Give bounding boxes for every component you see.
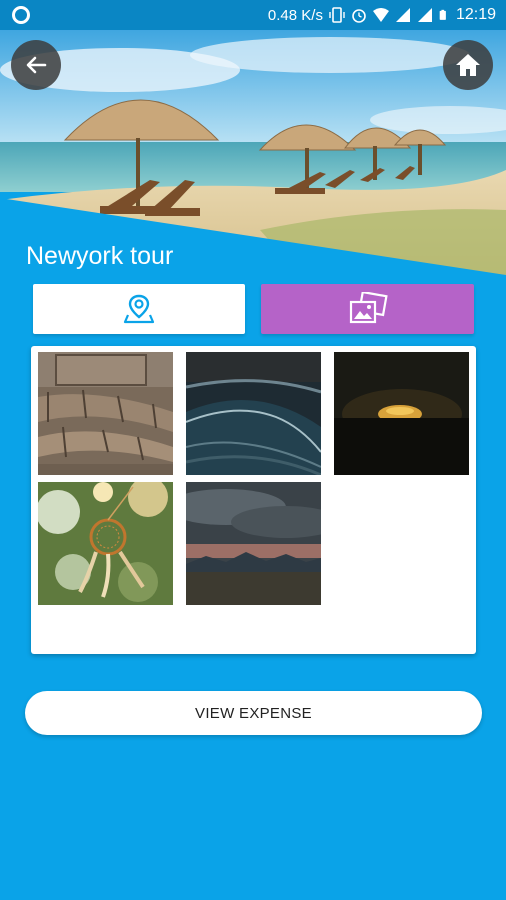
gallery-card [31, 346, 476, 654]
clock: 12:19 [455, 6, 496, 23]
home-icon [456, 54, 480, 76]
back-button[interactable] [11, 40, 61, 90]
wifi-icon [372, 8, 389, 22]
cloudy-mountains-photo[interactable] [186, 482, 321, 605]
ocean-wave-photo[interactable] [186, 352, 321, 475]
night-sun-photo[interactable] [334, 352, 469, 475]
status-bar-right: 0.48 K/s 12:19 [268, 0, 496, 30]
image-gallery-icon [349, 292, 388, 324]
battery-icon [439, 9, 446, 20]
dreamcatcher-photo[interactable] [38, 482, 173, 605]
header-beach-image [0, 30, 506, 275]
home-button[interactable] [443, 40, 493, 90]
tab-location[interactable] [33, 284, 245, 334]
view-expense-button[interactable]: VIEW EXPENSE [25, 691, 482, 735]
network-speed: 0.48 K/s [267, 6, 323, 24]
status-bar: 0.48 K/s 12:19 [0, 0, 506, 30]
circle-notification-icon [12, 6, 30, 24]
page-title: Newyork tour [26, 242, 174, 270]
signal-icon [395, 8, 410, 22]
map-pin-icon [123, 294, 155, 324]
tab-gallery[interactable] [261, 284, 474, 334]
vibrate-icon [329, 7, 345, 23]
arrow-left-icon [26, 56, 47, 74]
alarm-icon [352, 9, 366, 23]
stone-wall-photo[interactable] [38, 352, 173, 475]
signal-icon-2 [417, 8, 432, 22]
